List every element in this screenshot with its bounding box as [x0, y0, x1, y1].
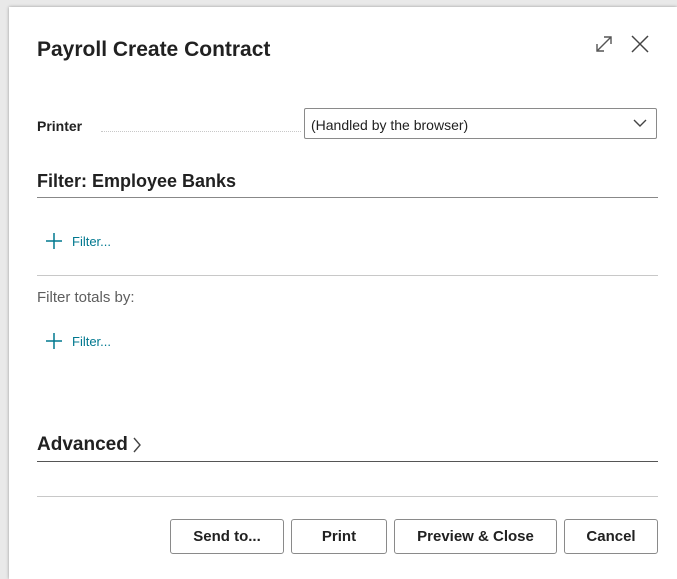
close-icon[interactable]	[629, 33, 651, 55]
add-filter-label: Filter...	[72, 233, 112, 249]
dialog-title: Payroll Create Contract	[37, 38, 271, 61]
send-to-button[interactable]: Send to...	[170, 519, 284, 554]
report-request-dialog: Payroll Create Contract Printer (Handled…	[9, 7, 677, 579]
chevron-down-icon	[633, 119, 647, 127]
filter-section-title: Filter: Employee Banks	[37, 171, 237, 191]
add-filter-link[interactable]: Filter...	[45, 232, 111, 250]
print-button[interactable]: Print	[291, 519, 387, 554]
add-totals-filter-link[interactable]: Filter...	[45, 332, 111, 350]
advanced-divider	[37, 461, 658, 462]
label-leader-dots	[101, 131, 301, 132]
printer-select-value: (Handled by the browser)	[311, 117, 469, 133]
plus-icon	[46, 233, 62, 249]
preview-close-button[interactable]: Preview & Close	[394, 519, 557, 554]
filter-section-divider	[37, 197, 658, 198]
expand-icon[interactable]	[593, 33, 615, 55]
add-totals-filter-label: Filter...	[72, 333, 112, 349]
printer-select[interactable]: (Handled by the browser)	[304, 108, 657, 139]
plus-icon	[46, 333, 62, 349]
advanced-toggle[interactable]: Advanced	[37, 434, 142, 456]
chevron-right-icon	[133, 437, 141, 453]
cancel-button[interactable]: Cancel	[564, 519, 658, 554]
advanced-label: Advanced	[37, 434, 128, 455]
filter-totals-label: Filter totals by:	[37, 289, 135, 306]
printer-label: Printer	[37, 118, 83, 134]
footer-divider	[37, 496, 658, 497]
section-divider	[37, 275, 658, 276]
